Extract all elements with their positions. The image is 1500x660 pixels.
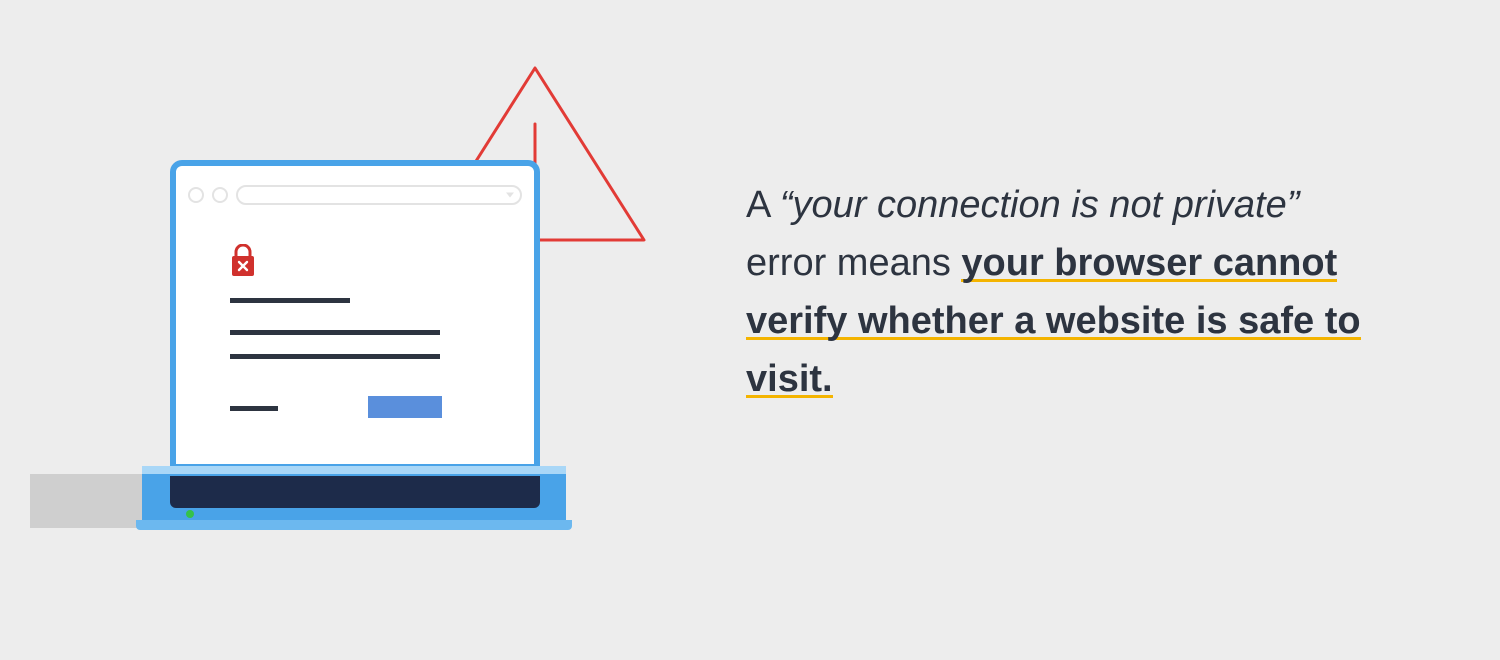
- laptop-front-edge: [136, 520, 572, 530]
- window-control-dot: [212, 187, 228, 203]
- laptop-body-highlight: [142, 466, 566, 474]
- infographic-canvas: A “your connection is not private” error…: [0, 0, 1500, 660]
- text-line: [230, 298, 350, 303]
- window-control-dot: [188, 187, 204, 203]
- address-bar: [236, 185, 522, 205]
- laptop-illustration: [30, 160, 680, 580]
- error-page: [188, 220, 522, 452]
- text-line: [230, 406, 278, 411]
- explanation-text: A “your connection is not private” error…: [746, 176, 1386, 408]
- text-mid: error means: [746, 242, 961, 284]
- browser-chrome: [188, 178, 522, 212]
- text-line: [230, 354, 440, 359]
- lock-error-icon: [230, 244, 256, 278]
- text-quoted: “your connection is not private”: [780, 184, 1300, 226]
- laptop-screen: [170, 160, 540, 470]
- text-prefix: A: [746, 184, 780, 226]
- power-led-icon: [186, 510, 194, 518]
- primary-button: [368, 396, 442, 418]
- text-line: [230, 330, 440, 335]
- laptop-hinge: [170, 476, 540, 508]
